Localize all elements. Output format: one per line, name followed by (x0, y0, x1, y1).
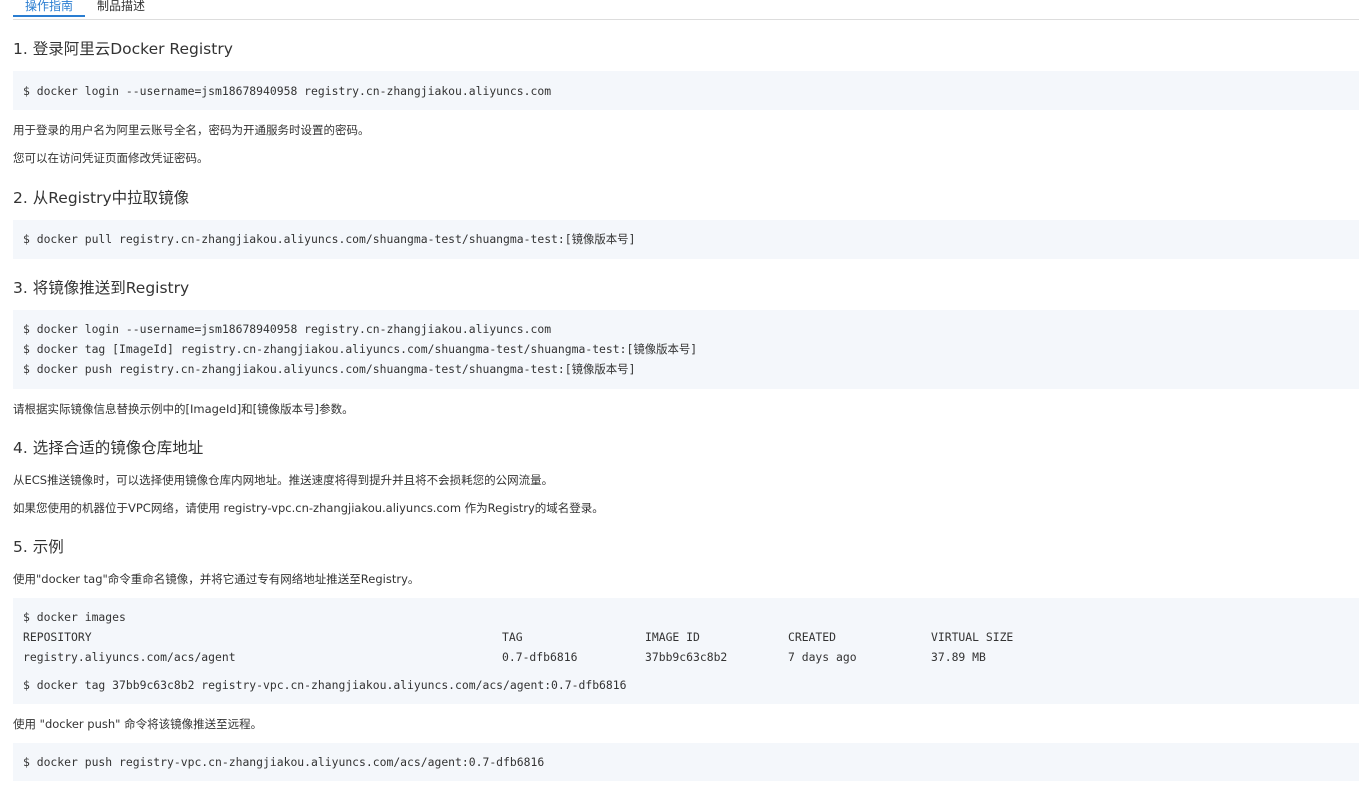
tab-bar: 操作指南 制品描述 (13, 0, 1359, 20)
table-header-tag: TAG (502, 630, 523, 644)
step2-heading: 2. 从Registry中拉取镜像 (13, 189, 190, 207)
code-line[interactable]: $ docker login --username=jsm18678940958… (23, 322, 551, 336)
table-cell-repository: registry.aliyuncs.com/acs/agent (23, 650, 236, 664)
step5-heading: 5. 示例 (13, 538, 64, 556)
step3-note: 请根据实际镜像信息替换示例中的[ImageId]和[镜像版本号]参数。 (13, 402, 354, 416)
code-line[interactable]: $ docker tag [ImageId] registry.cn-zhang… (23, 342, 697, 356)
code-line[interactable]: $ docker pull registry.cn-zhangjiakou.al… (23, 232, 635, 246)
images-command[interactable]: $ docker images (23, 610, 126, 624)
step5-push-intro: 使用 "docker push" 命令将该镜像推送至远程。 (13, 717, 263, 731)
step4-note-vpc: 如果您使用的机器位于VPC网络，请使用 registry-vpc.cn-zhan… (13, 501, 604, 515)
table-header-image-id: IMAGE ID (645, 630, 700, 644)
step1-code-block[interactable]: $ docker login --username=jsm18678940958… (13, 71, 1359, 110)
step4-heading: 4. 选择合适的镜像仓库地址 (13, 439, 204, 457)
code-line[interactable]: $ docker login --username=jsm18678940958… (23, 84, 551, 98)
tab-guide[interactable]: 操作指南 (13, 0, 85, 17)
step5-example-code-block[interactable]: $ docker images REPOSITORY TAG IMAGE ID … (13, 598, 1359, 704)
step1-note-password: 您可以在访问凭证页面修改凭证密码。 (13, 151, 209, 165)
step4-note-ecs: 从ECS推送镜像时，可以选择使用镜像仓库内网地址。推送速度将得到提升并且将不会损… (13, 473, 554, 487)
code-line[interactable]: $ docker push registry.cn-zhangjiakou.al… (23, 362, 635, 376)
step5-push-code-block[interactable]: $ docker push registry-vpc.cn-zhangjiako… (13, 743, 1359, 781)
table-cell-image-id: 37bb9c63c8b2 (645, 650, 728, 664)
tab-description[interactable]: 制品描述 (97, 0, 145, 14)
step3-code-block[interactable]: $ docker login --username=jsm18678940958… (13, 310, 1359, 389)
table-cell-virtual-size: 37.89 MB (931, 650, 986, 664)
table-header-repository: REPOSITORY (23, 630, 92, 644)
table-header-created: CREATED (788, 630, 837, 644)
push-command[interactable]: $ docker push registry-vpc.cn-zhangjiako… (23, 755, 544, 769)
step1-note-username: 用于登录的用户名为阿里云账号全名，密码为开通服务时设置的密码。 (13, 123, 370, 137)
step2-code-block[interactable]: $ docker pull registry.cn-zhangjiakou.al… (13, 220, 1359, 259)
guide-page: 操作指南 制品描述 1. 登录阿里云Docker Registry $ dock… (0, 0, 1359, 802)
tag-command[interactable]: $ docker tag 37bb9c63c8b2 registry-vpc.c… (23, 678, 626, 692)
table-cell-created: 7 days ago (788, 650, 857, 664)
table-cell-tag: 0.7-dfb6816 (502, 650, 578, 664)
table-header-virtual-size: VIRTUAL SIZE (931, 630, 1014, 644)
step1-heading: 1. 登录阿里云Docker Registry (13, 40, 233, 58)
step3-heading: 3. 将镜像推送到Registry (13, 279, 190, 297)
step5-intro: 使用"docker tag"命令重命名镜像，并将它通过专有网络地址推送至Regi… (13, 572, 420, 586)
